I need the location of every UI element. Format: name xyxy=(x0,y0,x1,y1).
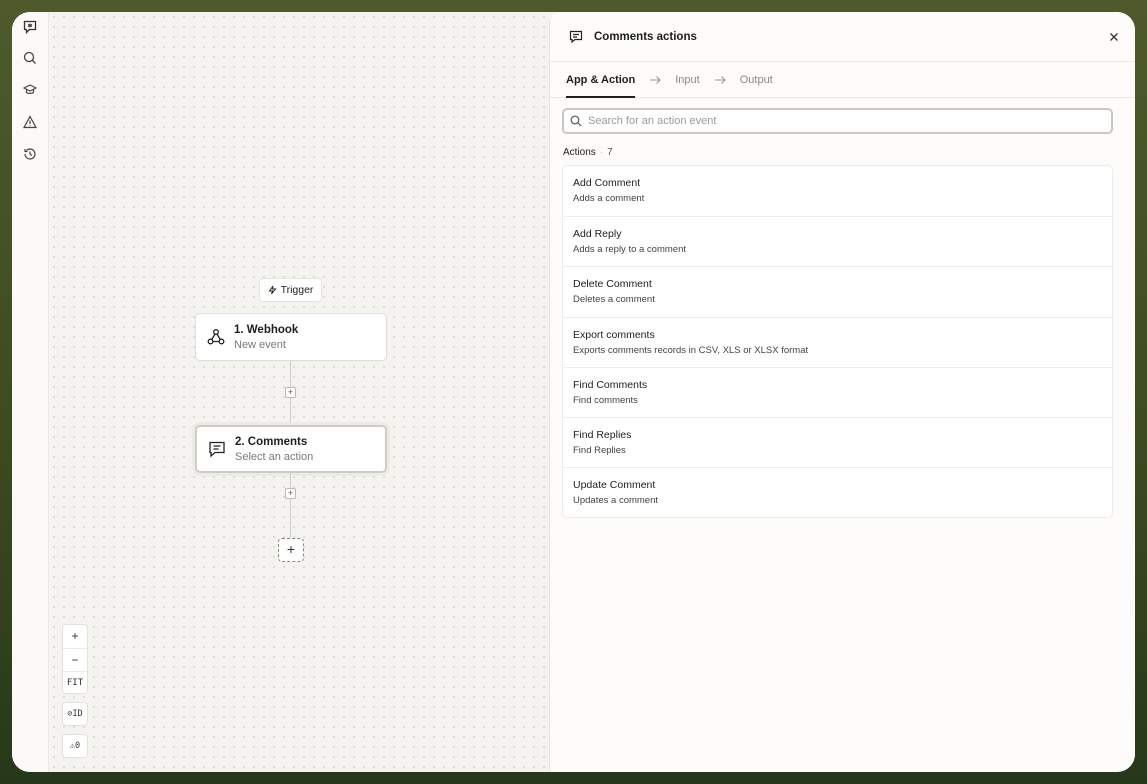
action-description: Exports comments records in CSV, XLS or … xyxy=(573,344,809,356)
warning-icon[interactable] xyxy=(20,112,40,132)
action-description: Deletes a comment xyxy=(573,294,655,306)
action-description: Updates a comment xyxy=(573,495,659,507)
lightning-icon xyxy=(268,285,277,295)
action-title: Find Comments xyxy=(573,378,648,391)
step-webhook[interactable]: 1. Webhook New event xyxy=(195,313,387,361)
tab-input[interactable]: Input xyxy=(675,62,699,98)
list-item[interactable]: Add Comment Adds a comment xyxy=(563,166,1112,216)
list-item[interactable]: Add Reply Adds a reply to a comment xyxy=(563,216,1112,266)
panel-header: Comments actions xyxy=(550,12,1135,62)
insert-step-button[interactable]: + xyxy=(285,387,296,398)
section-label-text: Actions xyxy=(563,147,596,158)
action-description: Adds a reply to a comment xyxy=(573,244,686,256)
arrow-right-icon xyxy=(650,75,662,84)
arrow-right-icon xyxy=(714,75,726,84)
list-item[interactable]: Delete Comment Deletes a comment xyxy=(563,266,1112,316)
actions-count: 7 xyxy=(607,147,613,158)
action-description: Find Replies xyxy=(573,444,626,456)
panel-title: Comments actions xyxy=(594,30,697,43)
action-title: Update Comment xyxy=(573,479,656,492)
connector-line xyxy=(290,499,291,538)
action-title: Find Replies xyxy=(573,428,632,441)
list-item[interactable]: Export comments Exports comments records… xyxy=(563,316,1112,367)
comment-app-icon[interactable] xyxy=(20,17,40,37)
action-title: Add Comment xyxy=(573,177,641,189)
zoom-fit-button[interactable]: FIT xyxy=(63,671,87,694)
step-title: 2. Comments xyxy=(235,435,308,448)
warnings-count: 0 xyxy=(75,741,81,751)
action-description: Find comments xyxy=(573,394,638,406)
connector-line xyxy=(290,361,291,387)
actions-panel: Comments actions App & Action Input Outp… xyxy=(549,12,1135,772)
comment-icon xyxy=(569,30,583,43)
history-icon[interactable] xyxy=(20,144,40,164)
trigger-chip[interactable]: Trigger xyxy=(259,278,322,302)
webhook-icon xyxy=(207,329,225,345)
action-title: Delete Comment xyxy=(573,278,652,291)
search-icon xyxy=(570,115,582,127)
step-subtitle: New event xyxy=(234,338,286,351)
zoom-controls: + − FIT xyxy=(62,624,88,694)
workflow-canvas[interactable]: Trigger 1. Webhook New event + 2. Commen… xyxy=(49,12,549,772)
actions-section-label: Actions · 7 xyxy=(563,147,613,158)
app-window: Trigger 1. Webhook New event + 2. Commen… xyxy=(12,12,1135,772)
step-comments[interactable]: 2. Comments Select an action xyxy=(195,425,387,473)
graduation-cap-icon[interactable] xyxy=(20,80,40,100)
list-item[interactable]: Update Comment Updates a comment xyxy=(563,467,1112,517)
list-item[interactable]: Find Comments Find comments xyxy=(563,366,1112,417)
trigger-label: Trigger xyxy=(280,284,314,296)
insert-step-button[interactable]: + xyxy=(285,488,296,499)
action-title: Export comments xyxy=(573,328,655,341)
tab-app-action[interactable]: App & Action xyxy=(566,62,636,98)
separator-dot: · xyxy=(599,147,604,158)
tab-output[interactable]: Output xyxy=(740,62,773,98)
list-item[interactable]: Find Replies Find Replies xyxy=(563,416,1112,467)
action-description: Adds a comment xyxy=(573,193,645,204)
warnings-button[interactable]: ⚠0 xyxy=(62,734,88,758)
step-tabs: App & Action Input Output xyxy=(550,62,1135,98)
search-field[interactable] xyxy=(562,108,1113,134)
zoom-out-button[interactable]: − xyxy=(63,648,87,671)
close-icon[interactable] xyxy=(1107,30,1121,44)
comment-icon xyxy=(209,441,225,458)
search-input[interactable] xyxy=(588,115,1111,127)
connector-line xyxy=(290,398,291,425)
connector-line xyxy=(290,473,291,488)
search-icon[interactable] xyxy=(20,48,40,68)
step-subtitle: Select an action xyxy=(235,450,314,463)
id-toggle-button[interactable]: ⊘ID xyxy=(62,702,88,726)
id-toggle-label: ID xyxy=(72,709,83,719)
action-title: Add Reply xyxy=(573,228,622,241)
add-step-button[interactable]: + xyxy=(278,538,304,562)
zoom-in-button[interactable]: + xyxy=(63,625,87,648)
actions-list: Add Comment Adds a comment Add Reply Add… xyxy=(562,165,1113,519)
step-title: 1. Webhook xyxy=(234,323,299,336)
left-rail xyxy=(12,12,49,772)
